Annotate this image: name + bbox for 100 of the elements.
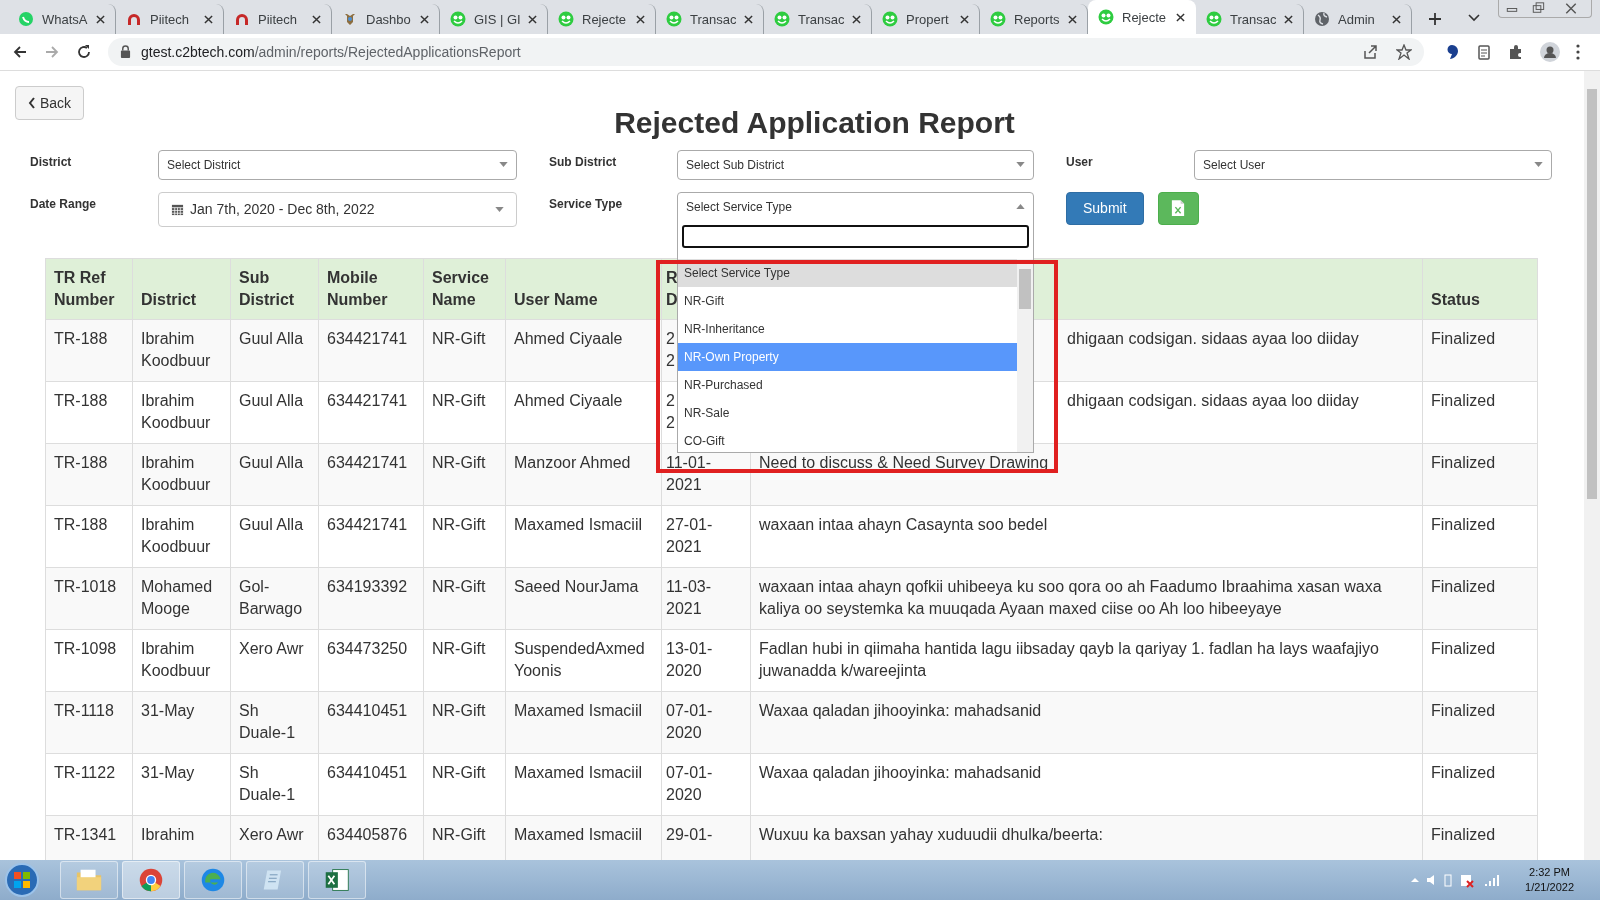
table-cell: 634405876 [327,825,408,843]
clock-date: 1/21/2022 [1525,880,1574,895]
search-field[interactable] [682,224,1029,248]
close-icon[interactable] [744,14,753,24]
close-icon[interactable] [420,14,429,24]
tab-title: Dashbo [366,11,412,27]
table-cell-text: dhigaan codsigan. sidaas ayaa loo diiday [1066,390,1360,411]
tab-title: Admin [1338,11,1376,27]
table-cell: 634421741 [327,453,408,471]
table-cell: Ibrahim Koodbuur [141,329,211,369]
table-cell: NR-Gift [432,763,486,781]
table-cell: Ibrahim Koodbuur [141,515,211,555]
table-cell: Finalized [1431,329,1496,347]
table-cell: Maxamed Ismaciil [514,701,643,719]
column-header: User Name [514,290,598,308]
tab-title: Reports [1014,11,1060,27]
star-icon[interactable] [1396,43,1412,60]
browser-tab[interactable]: Rejecte [1088,0,1196,34]
address-field[interactable]: gtest.c2btech.com/admin/reports/RejectedApplicationsReport [108,37,1424,66]
dropdown-option[interactable]: NR-Sale [678,398,1017,427]
close-icon[interactable] [852,14,861,24]
spreadsheet-icon [323,867,351,893]
app-icon [450,11,466,27]
close-icon[interactable] [528,14,537,24]
table-cell: 11-01-2021 [666,453,712,493]
reload-icon[interactable] [76,43,92,60]
table-cell: Maxamed Ismaciil [514,763,643,781]
share-icon[interactable] [1362,43,1378,60]
clipboard-icon[interactable] [1476,43,1492,60]
excel-export-button[interactable] [1157,191,1199,225]
close-icon[interactable] [1068,14,1077,24]
table-cell: 634193392 [327,577,408,595]
chevron-down-icon[interactable] [1468,14,1480,22]
table-cell: Ahmed Ciyaale [514,391,623,409]
close-icon[interactable] [636,14,645,24]
table-cell: NR-Gift [432,453,486,471]
table-cell: 29-01- [666,825,713,843]
table-cell: Finalized [1431,453,1496,471]
select-field[interactable]: Select District [158,149,517,180]
taskbar-app[interactable] [308,861,366,899]
dropdown-option[interactable]: CO-Gift [678,426,1017,452]
table-cell: 634410451 [327,763,408,781]
table-cell: Finalized [1431,825,1496,843]
table-cell: 634421741 [327,329,408,347]
table-cell: NR-Gift [432,391,486,409]
taskbar-app[interactable] [184,861,242,899]
close-icon[interactable] [1392,14,1401,24]
table-cell: Guul Alla [239,329,304,347]
dropdown-option[interactable]: NR-Inheritance [678,314,1017,343]
table-cell: Ibrahim Koodbuur [141,453,211,493]
table-cell-text: Waxaa qaladan jihooyinka: mahadsanid [759,762,1043,783]
close-icon[interactable] [1284,14,1293,24]
submit-button[interactable]: Submit [1066,191,1144,225]
table-cell: NR-Gift [432,329,486,347]
scrollbar[interactable] [1017,258,1033,452]
spreadsheet-icon [1171,199,1186,218]
caret-icon [1016,162,1025,168]
table-cell: Xero Awr [239,825,304,843]
dropdown-option[interactable]: NR-Gift [678,286,1017,315]
table-cell: Sh Duale-1 [239,701,296,741]
table-cell: Mohamed Mooge [141,577,213,617]
filter-label: User [1066,153,1094,169]
select-field[interactable]: Select Sub District [677,149,1034,180]
table-cell: TR-188 [54,453,108,471]
filter-label: Date Range [30,195,98,211]
tab-title: GIS | GI [474,11,520,27]
table-cell: Finalized [1431,763,1496,781]
app-icon [666,11,682,27]
table-cell: 07-01-2020 [666,763,713,803]
close-icon[interactable] [1176,12,1185,22]
select-field[interactable]: Select User [1194,149,1552,180]
scrollbar[interactable] [1584,70,1600,861]
close-icon[interactable] [960,14,969,24]
back-arrow-icon[interactable] [12,43,28,60]
table-cell: Maxamed Ismaciil [514,825,643,843]
table-cell: TR-1018 [54,577,117,595]
back-button[interactable]: Back [15,85,85,120]
table-cell: Finalized [1431,577,1496,595]
column-header: R D [666,268,678,308]
column-header: Service Name [432,268,489,308]
dropdown-option[interactable]: NR-Purchased [678,370,1017,399]
taskbar-app[interactable] [122,861,180,899]
page-title: Rejected Application Report [613,105,1016,140]
close-icon[interactable] [312,14,321,24]
new-tab-icon[interactable] [1428,12,1442,26]
tab-title: Transac [690,11,736,27]
table-cell-text: Waxaa qaladan jihooyinka: mahadsanid [759,700,1043,721]
more-menu-icon[interactable] [1576,43,1580,60]
close-icon[interactable] [204,14,213,24]
start-button-icon[interactable] [4,862,40,898]
profile-icon[interactable] [1540,41,1560,62]
table-cell: TR-1341 [54,825,117,843]
table-cell-text: waxaan intaa ahayn qofkii uhibeeya ku soo qora oo ah Faadumo Ibraahima xasan waxa kaliya oo seystemka ka muuqada Ayaan maxed ciise oo Ah loo hibeeyaye [759,576,1383,619]
table-cell: TR-1122 [54,763,116,781]
puzzle-icon[interactable] [1508,43,1524,60]
close-icon[interactable] [96,14,105,24]
app-icon [882,11,898,27]
select-field[interactable]: Jan 7th, 2020 - Dec 8th, 2022 [158,191,517,227]
globe-icon [1314,11,1330,27]
table-cell-text: waxaan intaa ahayn Casaynta soo bedel [759,514,1049,535]
